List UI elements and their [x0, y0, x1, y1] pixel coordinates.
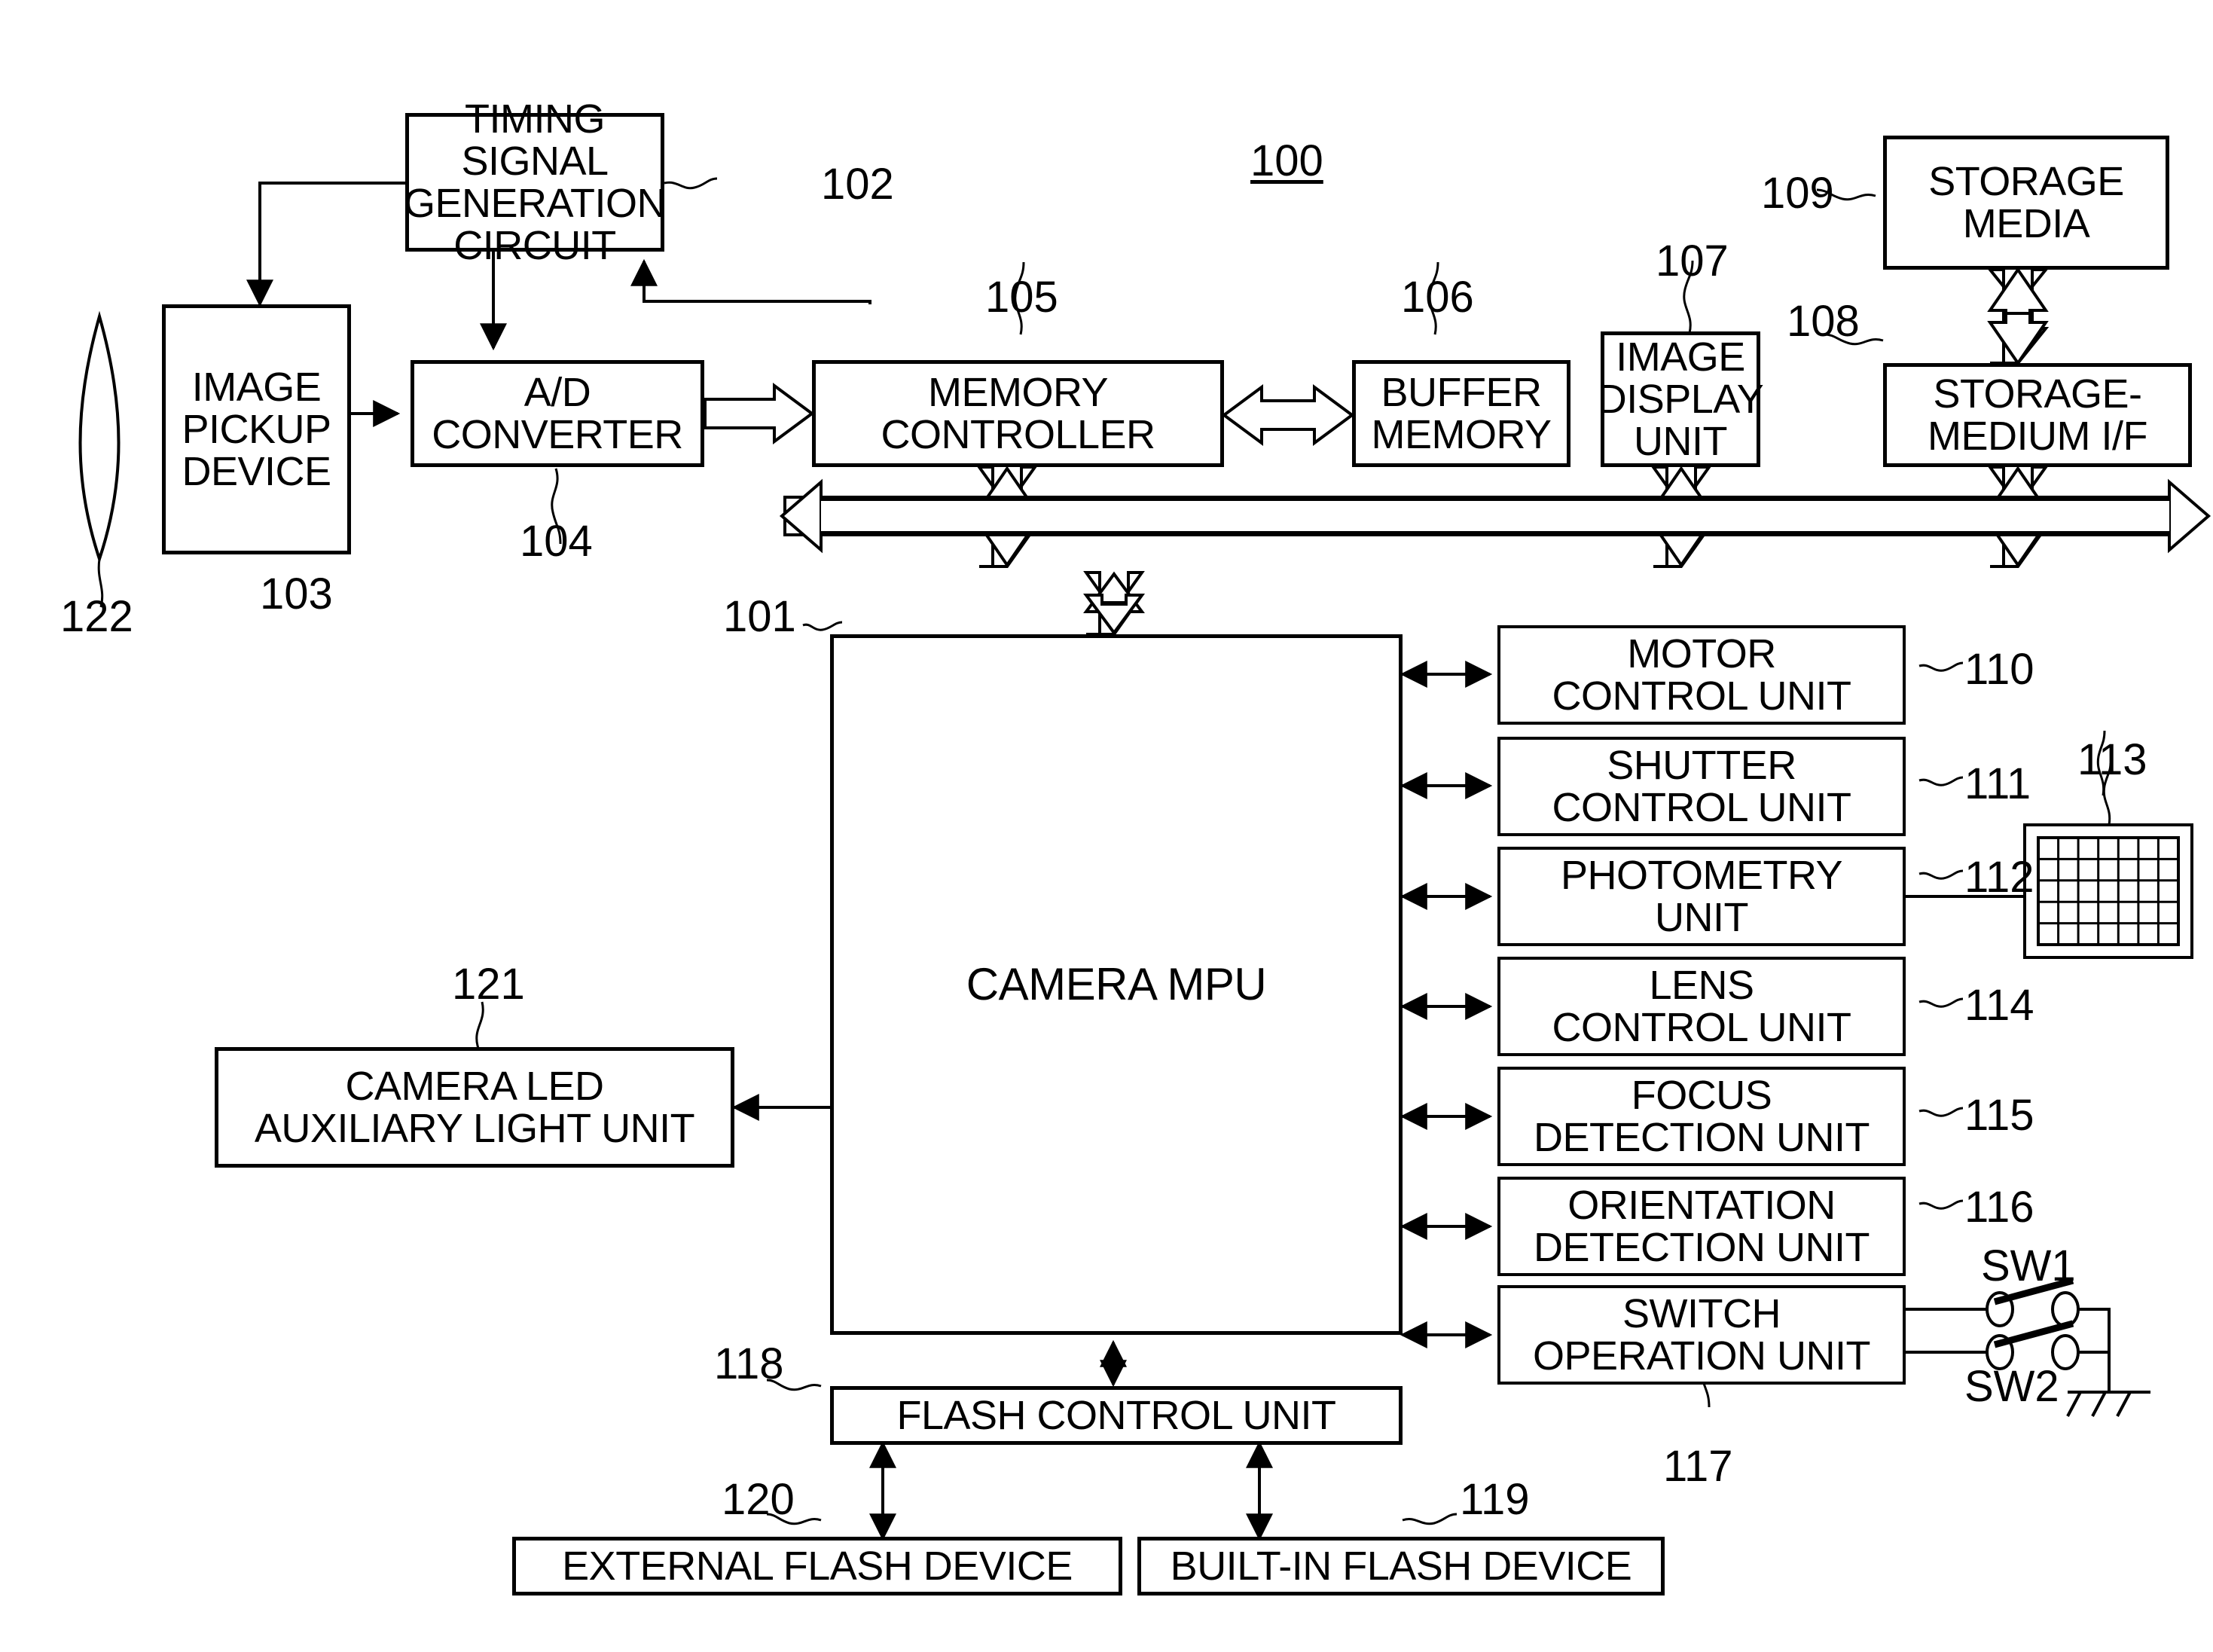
ref-102: 102 — [821, 160, 894, 209]
ref-114: 114 — [1964, 981, 2034, 1030]
ref-100: 100 — [1250, 136, 1323, 185]
ref-122: 122 — [60, 592, 133, 641]
ref-121: 121 — [452, 960, 525, 1009]
ref-117: 117 — [1663, 1442, 1733, 1491]
block-image-display-unit[interactable]: IMAGE DISPLAY UNIT — [1598, 331, 1764, 467]
label-sw2: SW2 — [1964, 1362, 2059, 1411]
ref-112: 112 — [1964, 853, 2034, 902]
block-camera-led-auxiliary-light-unit[interactable]: CAMERA LED AUXILIARY LIGHT UNIT — [215, 1047, 734, 1168]
system-bus — [779, 478, 2211, 554]
ref-120: 120 — [722, 1475, 795, 1524]
block-image-pickup-device[interactable]: IMAGE PICKUP DEVICE — [162, 304, 351, 554]
block-built-in-flash-device[interactable]: BUILT-IN FLASH DEVICE — [1137, 1537, 1665, 1596]
ref-107: 107 — [1656, 237, 1729, 286]
block-photometry-unit[interactable]: PHOTOMETRY UNIT — [1497, 847, 1906, 946]
ref-113: 113 — [2077, 735, 2147, 784]
block-storage-medium-if[interactable]: STORAGE- MEDIUM I/F — [1883, 363, 2192, 467]
ref-116: 116 — [1964, 1183, 2034, 1232]
label-sw1: SW1 — [1981, 1241, 2076, 1290]
block-storage-media[interactable]: STORAGE MEDIA — [1883, 136, 2169, 270]
patent-figure-canvas: TIMING SIGNAL GENERATION CIRCUIT IMAGE P… — [0, 0, 2213, 1652]
ref-101: 101 — [723, 592, 796, 641]
block-switch-operation-unit[interactable]: SWITCH OPERATION UNIT — [1497, 1285, 1906, 1385]
block-flash-control-unit[interactable]: FLASH CONTROL UNIT — [830, 1386, 1403, 1445]
ref-110: 110 — [1964, 645, 2034, 694]
ref-105: 105 — [985, 273, 1058, 322]
ref-119: 119 — [1460, 1475, 1530, 1524]
ref-115: 115 — [1964, 1091, 2034, 1140]
block-shutter-control-unit[interactable]: SHUTTER CONTROL UNIT — [1497, 737, 1906, 836]
lens-symbol — [78, 310, 121, 564]
ref-108: 108 — [1787, 297, 1860, 346]
ref-118: 118 — [714, 1339, 784, 1388]
block-motor-control-unit[interactable]: MOTOR CONTROL UNIT — [1497, 625, 1906, 725]
ref-103: 103 — [260, 569, 333, 618]
block-timing-signal-generation-circuit[interactable]: TIMING SIGNAL GENERATION CIRCUIT — [404, 98, 667, 267]
block-camera-mpu[interactable]: CAMERA MPU — [830, 634, 1403, 1335]
block-external-flash-device[interactable]: EXTERNAL FLASH DEVICE — [512, 1537, 1122, 1596]
block-ad-converter[interactable]: A/D CONVERTER — [411, 360, 704, 467]
ref-109: 109 — [1761, 169, 1834, 218]
ref-111: 111 — [1964, 759, 2031, 808]
ref-104: 104 — [520, 517, 593, 566]
block-memory-controller[interactable]: MEMORY CONTROLLER — [812, 360, 1224, 467]
block-lens-control-unit[interactable]: LENS CONTROL UNIT — [1497, 957, 1906, 1056]
block-orientation-detection-unit[interactable]: ORIENTATION DETECTION UNIT — [1497, 1177, 1906, 1276]
block-focus-detection-unit[interactable]: FOCUS DETECTION UNIT — [1497, 1067, 1906, 1166]
ref-106: 106 — [1401, 273, 1474, 322]
block-buffer-memory[interactable]: BUFFER MEMORY — [1352, 360, 1570, 467]
